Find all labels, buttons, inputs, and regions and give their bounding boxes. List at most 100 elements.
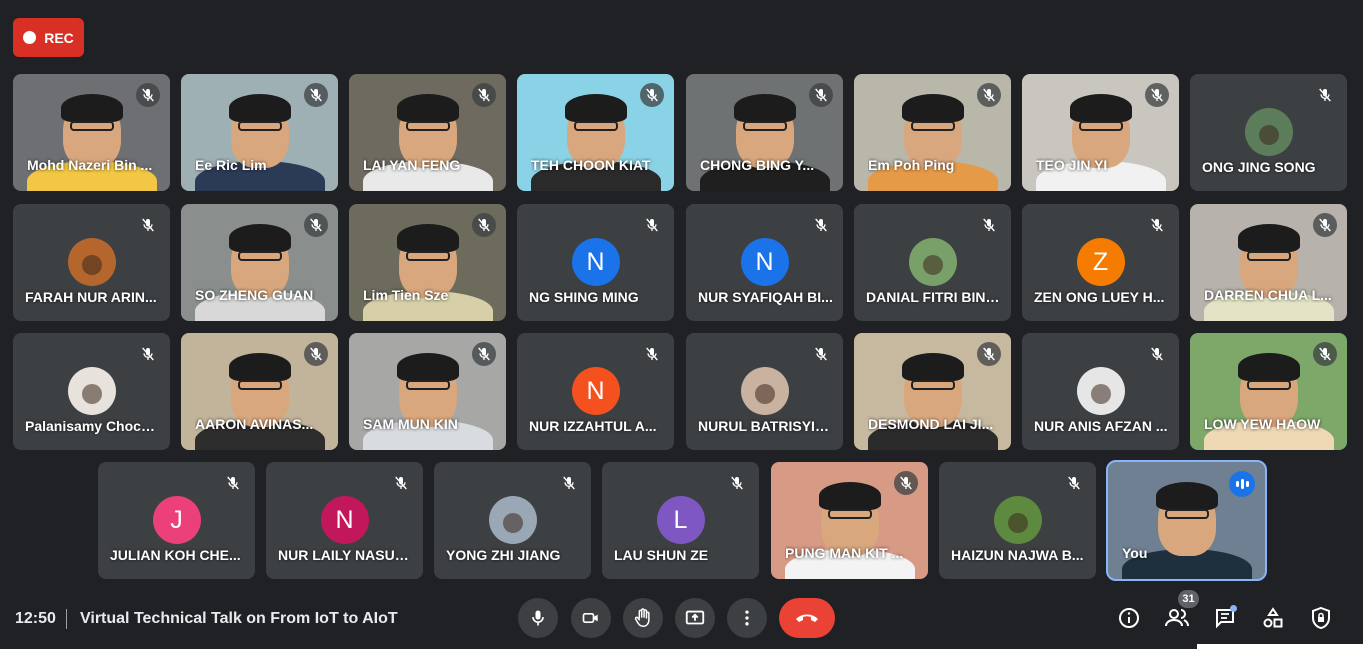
mic-off-icon <box>1313 342 1337 366</box>
participant-tile[interactable]: Palanisamy Chock... <box>13 333 170 450</box>
participant-avatar: N <box>740 238 789 286</box>
mic-off-icon <box>1145 83 1169 107</box>
participant-avatar <box>1076 367 1125 415</box>
more-vert-icon <box>745 610 749 626</box>
participant-name: NUR IZZAHTUL A... <box>529 418 657 434</box>
participant-avatar <box>908 238 957 286</box>
participant-name: NUR SYAFIQAH BI... <box>698 289 833 305</box>
meeting-title: Virtual Technical Talk on From IoT to AI… <box>80 610 398 627</box>
meeting-clock: 12:50 <box>15 610 56 627</box>
participant-tile[interactable]: Ee Ric Lim <box>181 74 338 191</box>
mic-off-icon <box>1313 83 1337 107</box>
participant-tile[interactable]: YONG ZHI JIANG <box>434 462 591 579</box>
participant-tile[interactable]: CHONG BING Y... <box>686 74 843 191</box>
mic-off-icon <box>136 83 160 107</box>
participant-avatar <box>993 496 1042 544</box>
mic-off-icon <box>977 342 1001 366</box>
mic-off-icon <box>221 471 245 495</box>
participant-tile[interactable]: N NG SHING MING <box>517 204 674 321</box>
participant-name: HAIZUN NAJWA B... <box>951 547 1084 563</box>
participant-tile[interactable]: LAI YAN FENG <box>349 74 506 191</box>
mic-off-icon <box>472 213 496 237</box>
participant-avatar <box>740 367 789 415</box>
leave-call-button[interactable] <box>779 598 835 638</box>
more-options-button[interactable] <box>727 598 767 638</box>
participant-tile[interactable]: TEO JIN YI <box>1022 74 1179 191</box>
microphone-button[interactable] <box>518 598 558 638</box>
participant-tile[interactable]: ONG JING SONG <box>1190 74 1347 191</box>
participant-tile[interactable]: N NUR SYAFIQAH BI... <box>686 204 843 321</box>
participant-name: LAI YAN FENG <box>363 157 461 173</box>
mic-off-icon <box>472 83 496 107</box>
participant-name: SO ZHENG GUAN <box>195 287 314 303</box>
participant-tile[interactable]: NUR ANIS AFZAN ... <box>1022 333 1179 450</box>
participant-tile[interactable]: Lim Tien Sze <box>349 204 506 321</box>
participant-tile[interactable]: N NUR IZZAHTUL A... <box>517 333 674 450</box>
participant-tile[interactable]: FARAH NUR ARIN... <box>13 204 170 321</box>
activities-button[interactable] <box>1258 603 1288 633</box>
mic-off-icon <box>894 471 918 495</box>
divider <box>66 609 67 629</box>
participant-avatar: L <box>656 496 705 544</box>
participant-tile[interactable]: TEH CHOON KIAT <box>517 74 674 191</box>
participant-avatar: J <box>152 496 201 544</box>
mic-off-icon <box>977 83 1001 107</box>
activities-icon <box>1263 607 1283 628</box>
participant-name: NUR LAILY NASUT... <box>278 547 413 563</box>
camera-button[interactable] <box>571 598 611 638</box>
participant-name: DESMOND LAI JI... <box>868 416 994 432</box>
participant-grid: Mohd Nazeri Bin ... Ee Ric Lim LAI YAN FEN… <box>0 0 1363 590</box>
participant-name: NURUL BATRISYIA ... <box>698 418 833 434</box>
meeting-details-button[interactable] <box>1114 603 1144 633</box>
hand-icon <box>634 608 650 627</box>
participant-tile[interactable]: HAIZUN NAJWA B... <box>939 462 1096 579</box>
participant-name: NUR ANIS AFZAN ... <box>1034 418 1168 434</box>
mic-off-icon <box>640 342 664 366</box>
participant-tile[interactable]: DESMOND LAI JI... <box>854 333 1011 450</box>
participant-avatar: Z <box>1076 238 1125 286</box>
present-screen-button[interactable] <box>675 598 715 638</box>
mic-off-icon <box>557 471 581 495</box>
participant-tile[interactable]: Mohd Nazeri Bin ... <box>13 74 170 191</box>
participant-tile[interactable]: SAM MUN KIN <box>349 333 506 450</box>
participant-name: TEH CHOON KIAT <box>531 157 651 173</box>
mic-off-icon <box>977 213 1001 237</box>
participant-tile[interactable]: PUNG MAN KIT ... <box>771 462 928 579</box>
mic-off-icon <box>1062 471 1086 495</box>
mic-off-icon <box>1313 213 1337 237</box>
shield-lock-icon <box>1312 606 1330 630</box>
self-tile[interactable]: You <box>1106 460 1267 581</box>
mic-off-icon <box>1145 342 1169 366</box>
participant-tile[interactable]: NURUL BATRISYIA ... <box>686 333 843 450</box>
chat-notification-dot <box>1230 605 1237 612</box>
participant-tile[interactable]: AARON AVINAS... <box>181 333 338 450</box>
people-icon <box>1165 609 1189 627</box>
participant-tile[interactable]: Em Poh Ping <box>854 74 1011 191</box>
participant-tile[interactable]: L LAU SHUN ZE <box>602 462 759 579</box>
participant-avatar: N <box>571 367 620 415</box>
participant-name: ZEN ONG LUEY H... <box>1034 289 1165 305</box>
mic-off-icon <box>809 213 833 237</box>
participant-tile[interactable]: SO ZHENG GUAN <box>181 204 338 321</box>
participant-name: JULIAN KOH CHE... <box>110 547 241 563</box>
mic-off-icon <box>136 213 160 237</box>
participant-name: LOW YEW HAOW <box>1204 416 1321 432</box>
participant-name: DARREN CHUA L... <box>1204 287 1332 303</box>
participant-avatar: N <box>571 238 620 286</box>
participant-tile[interactable]: Z ZEN ONG LUEY H... <box>1022 204 1179 321</box>
participant-tile[interactable]: DARREN CHUA L... <box>1190 204 1347 321</box>
participant-tile[interactable]: DANIAL FITRI BIN ... <box>854 204 1011 321</box>
participant-avatar <box>488 496 537 544</box>
speaking-indicator-icon <box>1229 471 1255 497</box>
participant-name: ONG JING SONG <box>1202 159 1316 175</box>
participant-name: TEO JIN YI <box>1036 157 1108 173</box>
participant-tile[interactable]: N NUR LAILY NASUT... <box>266 462 423 579</box>
mic-off-icon <box>304 213 328 237</box>
participant-name: SAM MUN KIN <box>363 416 458 432</box>
participant-tile[interactable]: LOW YEW HAOW <box>1190 333 1347 450</box>
host-controls-button[interactable] <box>1306 603 1336 633</box>
status-strip <box>1197 644 1363 649</box>
raise-hand-button[interactable] <box>623 598 663 638</box>
participant-tile[interactable]: J JULIAN KOH CHE... <box>98 462 255 579</box>
participant-name: Ee Ric Lim <box>195 157 267 173</box>
